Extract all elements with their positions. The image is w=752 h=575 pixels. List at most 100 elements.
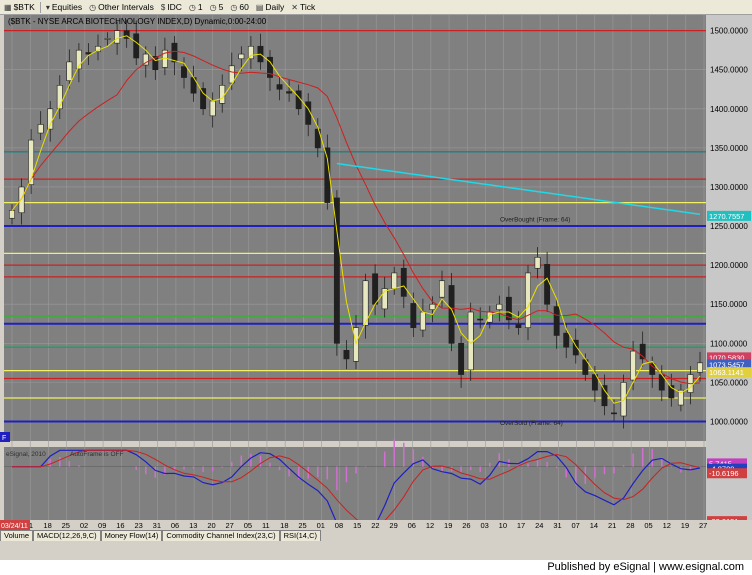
date-tick-label: 22 [371, 521, 379, 530]
date-tick-label: 26 [462, 521, 470, 530]
candle-body [247, 45, 254, 60]
indicator-tab[interactable]: Money Flow(14) [100, 530, 163, 541]
candle-body [391, 272, 398, 289]
idc-label: IDC [167, 2, 182, 12]
symbol-label: $BTK [13, 2, 35, 12]
date-tick-label: 05 [244, 521, 252, 530]
price-pane [4, 15, 706, 441]
calendar-icon: ▤ [255, 2, 264, 12]
interval-5-label: 5 [218, 2, 224, 12]
date-tick-label: 03 [480, 521, 488, 530]
price-tick-label: 1200.0000 [710, 261, 748, 270]
daily-label: Daily [265, 2, 285, 12]
price-tick-label: 1250.0000 [710, 222, 748, 231]
date-tick-label: 09 [98, 521, 106, 530]
date-tick-label: 01 [317, 521, 325, 530]
date-tick-label: 20 [207, 521, 215, 530]
candle-body [515, 324, 522, 328]
candle-body [649, 363, 656, 375]
date-tick-label: 06 [171, 521, 179, 530]
candle-body [697, 362, 703, 373]
clock-icon: ◷ [209, 2, 217, 12]
date-tick-label: 05 [644, 521, 652, 530]
price-tick-label: 1150.0000 [710, 300, 748, 309]
candle-body [544, 264, 551, 305]
date-tick-label: 23 [134, 521, 142, 530]
equities-menu[interactable]: ▾ Equities [44, 2, 84, 12]
candle-body [410, 303, 417, 328]
candle-body [181, 66, 187, 78]
candle-body [486, 311, 493, 323]
date-tick-label: 29 [389, 521, 397, 530]
level-annotation: OverSold (Frame: 64) [500, 420, 563, 427]
date-tick-label: 11 [262, 521, 270, 530]
symbol-button[interactable]: ▦ $BTK [2, 2, 37, 12]
candle-body [496, 303, 503, 310]
price-tick-label: 1450.0000 [710, 66, 748, 75]
price-axis-panel [706, 15, 752, 529]
date-marker-label: F [2, 435, 6, 442]
candle-body [429, 303, 436, 310]
candle-body [219, 85, 226, 104]
candle-body [525, 272, 531, 328]
date-tick-label: 08 [335, 521, 343, 530]
other-intervals-menu[interactable]: ◷ Other Intervals [87, 2, 156, 12]
candle-body [66, 61, 73, 81]
tick-button[interactable]: ✕ Tick [289, 2, 317, 12]
date-tick-label: 27 [226, 521, 234, 530]
indicator-tab[interactable]: RSI(14,C) [279, 530, 321, 541]
candle-body [37, 124, 44, 134]
date-tick-label: 25 [298, 521, 306, 530]
price-tag-label: 1270.7557 [709, 212, 744, 221]
date-tick-label: 19 [444, 521, 452, 530]
idc-button[interactable]: $ IDC [159, 2, 184, 12]
price-tick-label: 1350.0000 [710, 144, 748, 153]
candle-body [601, 385, 608, 407]
clock-icon: ◷ [89, 2, 97, 12]
candle-body [47, 108, 54, 130]
indicator-tab[interactable]: MACD(12,26,9,C) [33, 530, 101, 541]
dropdown-icon: ▾ [45, 2, 50, 12]
price-tick-label: 1400.0000 [710, 105, 748, 114]
indicator-tab[interactable]: Volume [0, 530, 34, 541]
candle-body [18, 186, 25, 214]
candle-body [238, 53, 245, 60]
candle-body [200, 88, 207, 110]
interval-1-button[interactable]: ◷ 1 [187, 2, 205, 12]
candle-body [630, 350, 637, 381]
date-tick-label: 14 [590, 521, 598, 530]
candle-body [458, 342, 465, 375]
daily-button[interactable]: ▤ Daily [254, 2, 286, 12]
interval-60-label: 60 [239, 2, 249, 12]
date-tick-label: 12 [426, 521, 434, 530]
price-tick-label: 1050.0000 [710, 378, 748, 387]
indicator-tab[interactable]: Commodity Channel Index(23,C) [162, 530, 280, 541]
interval-5-button[interactable]: ◷ 5 [208, 2, 226, 12]
candle-body [419, 311, 426, 331]
price-tag-label: 1063.1141 [709, 368, 744, 377]
date-tick-label: 12 [663, 521, 671, 530]
footer-text: Published by eSignal | www.esignal.com [547, 561, 744, 573]
interval-1-label: 1 [197, 2, 203, 12]
chart-title: ($BTK - NYSE ARCA BIOTECHNOLOGY INDEX,D)… [8, 17, 267, 26]
date-tick-label: 25 [62, 521, 70, 530]
price-tick-label: 1100.0000 [710, 339, 748, 348]
macd-credit-label: eSignal, 2010 [6, 451, 46, 458]
date-tick-label: 19 [681, 521, 689, 530]
macd-tag-label: -10.6196 [709, 469, 739, 478]
candle-body [276, 84, 283, 90]
first-date-tag: 03/24/11 [1, 523, 28, 530]
candle-body [553, 306, 560, 336]
chart-area[interactable]: 1000.0000 1050.0000 1100.0000 1150.0000 1200… [0, 15, 752, 530]
candle-body [477, 318, 484, 321]
indicator-tabs: Volume MACD(12,26,9,C) Money Flow(14) Commo… [0, 530, 752, 541]
clock-icon: ◷ [188, 2, 196, 12]
tick-label: Tick [299, 2, 316, 12]
dollar-icon: $ [160, 2, 166, 12]
candle-body [114, 30, 121, 44]
date-tick-label: 16 [116, 521, 124, 530]
interval-60-button[interactable]: ◷ 60 [228, 2, 250, 12]
candle-body [439, 280, 445, 298]
date-tick-label: 10 [499, 521, 507, 530]
price-tick-label: 1000.0000 [710, 417, 748, 426]
